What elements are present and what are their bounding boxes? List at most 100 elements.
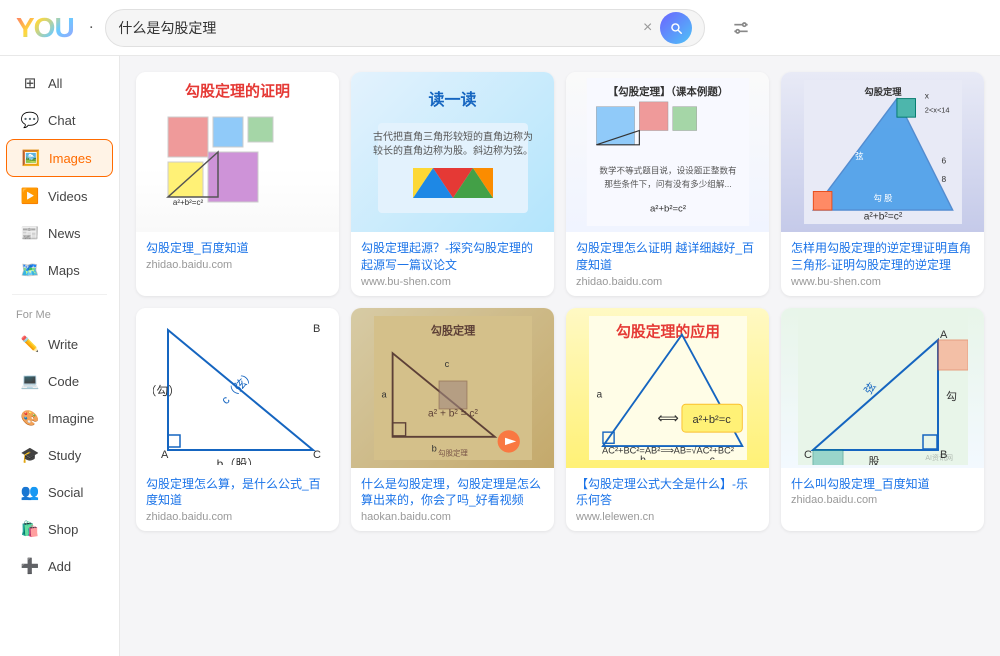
svg-text:勾: 勾 xyxy=(946,390,957,403)
card1-url: zhidao.baidu.com xyxy=(146,259,329,271)
card4-info: 怎样用勾股定理的逆定理证明直角三角形-证明勾股定理的逆定理 www.bu-she… xyxy=(781,232,984,296)
videos-icon: ▶️ xyxy=(20,186,40,206)
sidebar-item-maps[interactable]: 🗺️ Maps xyxy=(6,252,113,288)
svg-text:AC²+BC²=AB²⟹AB=√AC²+BC²: AC²+BC²=AB²⟹AB=√AC²+BC² xyxy=(602,445,734,455)
header: YOU · × xyxy=(0,0,1000,56)
card7-info: 【勾股定理公式大全是什么】-乐乐何答 www.lelewen.cn xyxy=(566,468,769,532)
search-button[interactable] xyxy=(660,12,692,44)
sidebar-item-chat-label: Chat xyxy=(48,113,75,128)
card5-title: 勾股定理怎么算，是什么公式_百度知道 xyxy=(146,476,329,510)
code-icon: 💻 xyxy=(20,371,40,391)
for-me-label: For Me xyxy=(0,301,119,325)
card4-image: 勾股定理 勾 股 弦 a²+b²=c² 6 8 xyxy=(781,72,984,232)
card2-diagram-svg: 我国古代把直角三角形较短的直角边称为勾， 较长的直角边称为股。斜边称为弦。 xyxy=(373,118,533,218)
sidebar-item-shop[interactable]: 🛍️ Shop xyxy=(6,511,113,547)
svg-text:勾股定理: 勾股定理 xyxy=(864,86,902,97)
logo: YOU xyxy=(16,12,74,44)
card4-svg: 勾股定理 勾 股 弦 a²+b²=c² 6 8 xyxy=(798,80,968,224)
sidebar-item-imagine[interactable]: 🎨 Imagine xyxy=(6,400,113,436)
card1-img-title: 勾股定理的证明 xyxy=(185,80,290,101)
svg-text:a（勾）: a（勾） xyxy=(153,384,180,398)
content-area: 勾股定理的证明 a²+b²=c² xyxy=(120,56,1000,656)
chat-icon: 💬 xyxy=(20,110,40,130)
svg-text:B: B xyxy=(313,323,320,335)
svg-text:a²+b²=c²: a²+b²=c² xyxy=(172,198,203,207)
sidebar-item-shop-label: Shop xyxy=(48,522,78,537)
card8-title: 什么叫勾股定理_百度知道 xyxy=(791,476,974,493)
sidebar-item-study-label: Study xyxy=(48,448,81,463)
sidebar-item-study[interactable]: 🎓 Study xyxy=(6,437,113,473)
card2-url: www.bu-shen.com xyxy=(361,276,544,288)
filter-button[interactable] xyxy=(725,12,757,44)
card4-url: www.bu-shen.com xyxy=(791,276,974,288)
card8-url: zhidao.baidu.com xyxy=(791,494,974,506)
svg-text:C: C xyxy=(313,449,321,461)
svg-text:较长的直角边称为股。斜边称为弦。: 较长的直角边称为股。斜边称为弦。 xyxy=(373,144,533,157)
svg-text:c: c xyxy=(709,454,714,459)
card2-image: 读一读 我国古代把直角三角形较短的直角边称为勾， 较长的直角边称为股。斜边称为弦… xyxy=(351,72,554,232)
sidebar-item-code[interactable]: 💻 Code xyxy=(6,363,113,399)
svg-text:弦: 弦 xyxy=(855,151,863,161)
sidebar-divider xyxy=(12,294,107,295)
card3-image: 【勾股定理】（课本例题） 数学不等式题目说，设设题正整数有 那些条件下，问有没有… xyxy=(566,72,769,232)
sidebar: ⊞ All 💬 Chat 🖼️ Images ▶️ Videos 📰 News … xyxy=(0,56,120,656)
main-layout: ⊞ All 💬 Chat 🖼️ Images ▶️ Videos 📰 News … xyxy=(0,56,1000,656)
card7-image: 勾股定理的应用 b c a ⟺ a²+b²=c xyxy=(566,308,769,468)
svg-text:6: 6 xyxy=(941,156,946,166)
card1-image: 勾股定理的证明 a²+b²=c² xyxy=(136,72,339,232)
card7-url: www.lelewen.cn xyxy=(576,511,759,523)
image-grid: 勾股定理的证明 a²+b²=c² xyxy=(136,72,984,531)
sidebar-item-videos-label: Videos xyxy=(48,189,88,204)
clear-icon[interactable]: × xyxy=(643,19,652,37)
sidebar-item-news-label: News xyxy=(48,226,81,241)
news-icon: 📰 xyxy=(20,223,40,243)
search-bar: × xyxy=(105,9,705,47)
image-card-1[interactable]: 勾股定理的证明 a²+b²=c² xyxy=(136,72,339,296)
card4-title: 怎样用勾股定理的逆定理证明直角三角形-证明勾股定理的逆定理 xyxy=(791,240,974,274)
image-card-4[interactable]: 勾股定理 勾 股 弦 a²+b²=c² 6 8 xyxy=(781,72,984,296)
image-card-7[interactable]: 勾股定理的应用 b c a ⟺ a²+b²=c xyxy=(566,308,769,532)
sidebar-item-images[interactable]: 🖼️ Images xyxy=(6,139,113,177)
sidebar-item-all-label: All xyxy=(48,76,62,91)
card8-svg: C B A 股 勾 弦 AI资讯网 xyxy=(798,310,968,465)
maps-icon: 🗺️ xyxy=(20,260,40,280)
card6-svg: 勾股定理 b a c a² + b² = c² xyxy=(368,316,538,460)
svg-text:⟺: ⟺ xyxy=(657,410,678,426)
svg-text:C: C xyxy=(804,449,812,461)
search-input[interactable] xyxy=(118,20,643,36)
card1-diagram-svg: a²+b²=c² xyxy=(158,107,318,207)
sidebar-item-maps-label: Maps xyxy=(48,263,80,278)
write-icon: ✏️ xyxy=(20,334,40,354)
svg-text:数学不等式题目说，设设题正整数有: 数学不等式题目说，设设题正整数有 xyxy=(599,164,737,175)
sidebar-item-add[interactable]: ➕ Add xyxy=(6,548,113,584)
sidebar-item-news[interactable]: 📰 News xyxy=(6,215,113,251)
svg-text:a²+b²=c: a²+b²=c xyxy=(692,413,731,425)
card2-info: 勾股定理起源？-探究勾股定理的起源写一篇议论文 www.bu-shen.com xyxy=(351,232,554,296)
svg-text:a² + b² = c²: a² + b² = c² xyxy=(428,408,479,419)
sidebar-item-all[interactable]: ⊞ All xyxy=(6,65,113,101)
image-card-2[interactable]: 读一读 我国古代把直角三角形较短的直角边称为勾， 较长的直角边称为股。斜边称为弦… xyxy=(351,72,554,296)
add-icon: ➕ xyxy=(20,556,40,576)
card7-title: 【勾股定理公式大全是什么】-乐乐何答 xyxy=(576,476,759,510)
logo-dot: · xyxy=(90,22,94,34)
svg-text:勾股定理: 勾股定理 xyxy=(438,447,468,457)
svg-text:勾股定理: 勾股定理 xyxy=(430,323,475,337)
card1-info: 勾股定理_百度知道 zhidao.baidu.com xyxy=(136,232,339,279)
image-card-6[interactable]: 勾股定理 b a c a² + b² = c² xyxy=(351,308,554,532)
svg-text:b: b xyxy=(431,443,436,453)
sidebar-item-videos[interactable]: ▶️ Videos xyxy=(6,178,113,214)
image-card-3[interactable]: 【勾股定理】（课本例题） 数学不等式题目说，设设题正整数有 那些条件下，问有没有… xyxy=(566,72,769,296)
card6-title: 什么是勾股定理，勾股定理是怎么算出来的，你会了吗_好看视频 xyxy=(361,476,544,510)
svg-text:我国古代把直角三角形较短的直角边称为勾，: 我国古代把直角三角形较短的直角边称为勾， xyxy=(373,130,533,143)
svg-text:【勾股定理】（课本例题）: 【勾股定理】（课本例题） xyxy=(607,85,728,98)
sidebar-item-write[interactable]: ✏️ Write xyxy=(6,326,113,362)
image-card-8[interactable]: C B A 股 勾 弦 AI资讯网 xyxy=(781,308,984,532)
svg-text:2<x<14: 2<x<14 xyxy=(924,106,949,115)
card5-image: b（股） a（勾） c（弦） A C B xyxy=(136,308,339,468)
card2-title: 勾股定理起源？-探究勾股定理的起源写一篇议论文 xyxy=(361,240,544,274)
card3-title: 勾股定理怎么证明 越详细越好_百度知道 xyxy=(576,240,759,274)
image-card-5[interactable]: b（股） a（勾） c（弦） A C B 勾股定理怎么算，是什么公式_百度知道 … xyxy=(136,308,339,532)
card1-title: 勾股定理_百度知道 xyxy=(146,240,329,257)
sidebar-item-social[interactable]: 👥 Social xyxy=(6,474,113,510)
sidebar-item-chat[interactable]: 💬 Chat xyxy=(6,102,113,138)
